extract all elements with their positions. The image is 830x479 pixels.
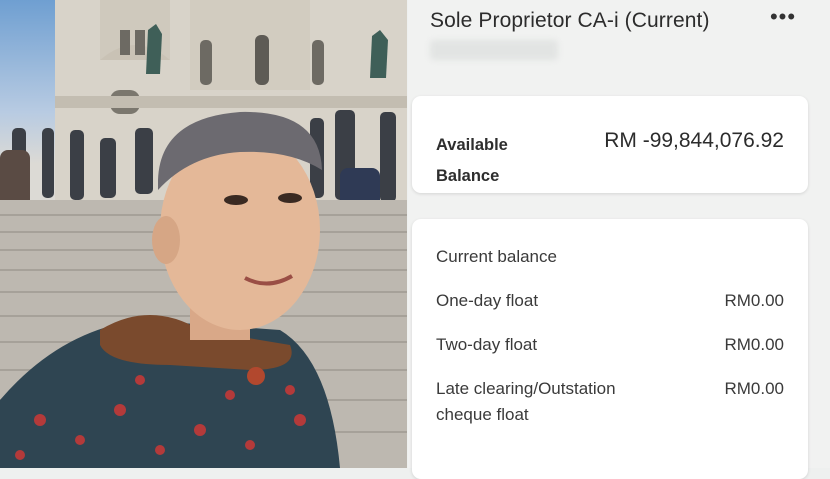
- current-balance-heading: Current balance: [436, 247, 557, 266]
- redacted-account-number: [430, 40, 558, 60]
- statue-left: [146, 24, 162, 74]
- photo-illustration: [0, 0, 407, 468]
- one-day-float-value: RM0.00: [724, 291, 784, 310]
- selfie-photo: [0, 0, 407, 468]
- two-day-float-value: RM0.00: [724, 335, 784, 354]
- available-balance-value: RM -99,844,076.92: [604, 129, 784, 152]
- available-balance-card: Available Balance RM -99,844,076.92: [412, 96, 808, 193]
- account-title: Sole Proprietor CA-i (Current): [430, 9, 710, 32]
- balance-details-card: Current balance One-day float RM0.00 Two…: [412, 219, 808, 479]
- two-day-float-label: Two-day float: [436, 335, 538, 354]
- banking-app-panel: Sole Proprietor CA-i (Current) ••• Avail…: [408, 0, 830, 479]
- late-clearing-float-label: Late clearing/Outstation cheque float: [436, 379, 616, 424]
- one-day-float-label: One-day float: [436, 291, 539, 310]
- available-balance-label: Available Balance: [436, 136, 508, 185]
- late-clearing-float-value: RM0.00: [724, 379, 784, 398]
- statue-right: [370, 30, 388, 78]
- more-horizontal-icon[interactable]: •••: [768, 6, 798, 32]
